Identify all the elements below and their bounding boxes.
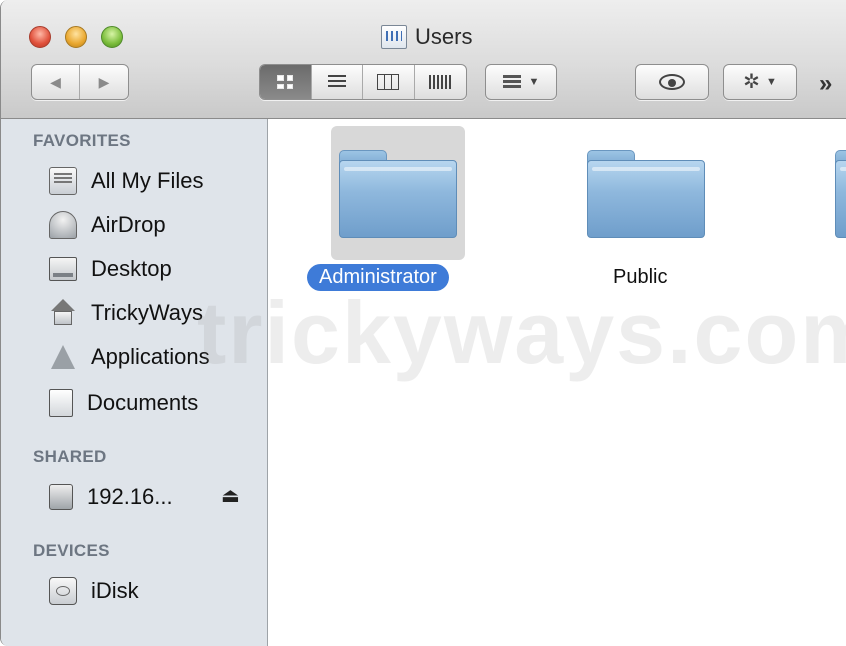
arrange-menu-button[interactable]: ▼ [485, 64, 557, 100]
toolbar-overflow-button[interactable]: » [819, 70, 832, 98]
desktop-icon [49, 257, 77, 281]
sidebar-item-airdrop[interactable]: AirDrop [49, 207, 259, 243]
forward-arrow-icon: ▶ [98, 73, 110, 90]
idisk-icon [49, 577, 77, 605]
sidebar-item-label: iDisk [91, 578, 139, 603]
sidebar-devices-header: DEVICES [33, 541, 110, 560]
home-icon [49, 299, 77, 327]
chevron-down-icon: ▼ [765, 76, 777, 88]
eye-icon [659, 74, 685, 90]
folder-icon[interactable] [587, 150, 705, 238]
finder-window: Users ◀ ▶ ▼ ✲ ▼ » FAVORITES All My Files… [0, 0, 846, 646]
view-mode-control [259, 64, 467, 100]
network-computer-icon [49, 484, 73, 510]
sidebar-item-label: 192.16... [87, 484, 173, 509]
folder-icon[interactable] [339, 150, 457, 238]
column-view-icon [377, 74, 400, 90]
window-title: Users [415, 24, 473, 49]
icon-view-button[interactable] [260, 65, 312, 99]
sidebar-shared-header: SHARED [33, 447, 107, 466]
sidebar-item-applications[interactable]: Applications [49, 339, 259, 375]
coverflow-view-icon [429, 75, 452, 89]
sidebar-item-trickyways[interactable]: TrickyWays [49, 295, 259, 331]
sidebar-item-label: Applications [91, 344, 210, 369]
sidebar-item-label: Documents [87, 390, 199, 415]
forward-button[interactable]: ▶ [80, 65, 128, 99]
minimize-window-button[interactable] [65, 26, 87, 48]
applications-icon [49, 343, 77, 371]
airdrop-icon [49, 211, 77, 239]
list-view-button[interactable] [312, 65, 363, 99]
sidebar-item-label: Desktop [91, 256, 172, 281]
sidebar-item-label: All My Files [91, 168, 204, 193]
all-my-files-icon [49, 167, 77, 195]
file-item-public[interactable]: Public [613, 266, 667, 289]
folder-icon[interactable] [835, 150, 846, 238]
file-item-administrator[interactable]: Administrator [307, 264, 449, 291]
coverflow-view-button[interactable] [415, 65, 467, 99]
chevron-down-icon: ▼ [528, 76, 540, 88]
sidebar: FAVORITES All My Files AirDrop Desktop T… [1, 119, 268, 646]
action-menu-button[interactable]: ✲ ▼ [723, 64, 797, 100]
sidebar-item-label: AirDrop [91, 212, 166, 237]
column-view-button[interactable] [363, 65, 415, 99]
quick-look-button[interactable] [635, 64, 709, 100]
zoom-window-button[interactable] [101, 26, 123, 48]
back-forward-control: ◀ ▶ [31, 64, 129, 100]
users-folder-icon [381, 25, 407, 49]
sidebar-item-all-my-files[interactable]: All My Files [49, 163, 259, 199]
window-title-bar: Users [381, 22, 472, 52]
back-button[interactable]: ◀ [32, 65, 81, 99]
sidebar-favorites-header: FAVORITES [33, 131, 131, 150]
toolbar: Users ◀ ▶ ▼ ✲ ▼ » [1, 0, 846, 119]
arrange-icon [502, 75, 521, 89]
documents-icon [49, 389, 73, 417]
close-window-button[interactable] [29, 26, 51, 48]
icon-view-icon [277, 75, 294, 89]
list-view-icon [327, 75, 346, 89]
sidebar-item-desktop[interactable]: Desktop [49, 251, 259, 287]
sidebar-item-idisk[interactable]: iDisk [49, 573, 259, 609]
eject-icon[interactable]: ⏏ [221, 483, 240, 508]
sidebar-item-documents[interactable]: Documents [49, 385, 259, 421]
gear-icon: ✲ [743, 71, 760, 93]
back-arrow-icon: ◀ [50, 73, 61, 90]
sidebar-item-label: TrickyWays [91, 300, 204, 325]
